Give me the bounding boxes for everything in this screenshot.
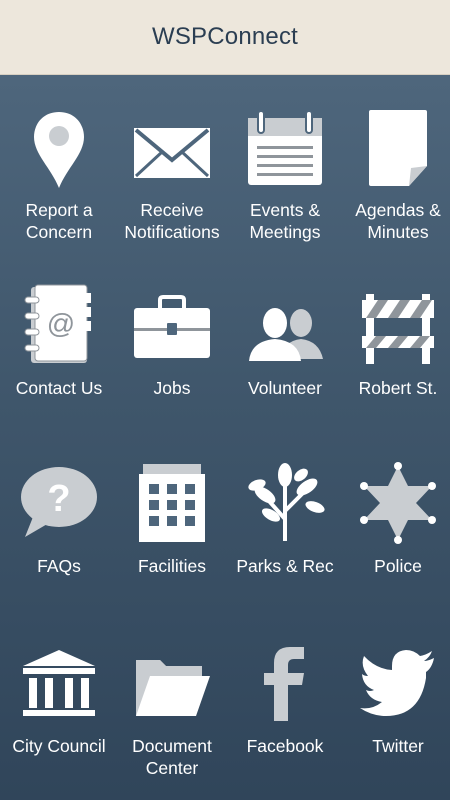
app-header: WSPConnect (0, 0, 450, 75)
tree-icon (229, 458, 341, 548)
tile-label: Facilities (137, 556, 207, 576)
svg-text:@: @ (47, 308, 75, 339)
tile-label: Police (374, 556, 422, 576)
question-bubble-icon: ? (3, 458, 115, 548)
tile-label: Robert St. (358, 378, 438, 398)
briefcase-icon (116, 284, 228, 374)
people-icon (229, 288, 341, 378)
map-pin-icon (3, 105, 115, 195)
tile-label: Facebook (246, 736, 324, 756)
police-star-icon (342, 458, 450, 548)
tile-label: Document Center (132, 736, 212, 778)
tile-label: City Council (12, 736, 106, 756)
tile-label: Events & Meetings (249, 200, 321, 242)
building-icon (116, 458, 228, 548)
app-screen: WSPConnect Report a Concern Receive Noti (0, 0, 450, 800)
tile-label: FAQs (37, 556, 81, 576)
tile-label: Report a Concern (25, 200, 93, 242)
tile-label: Volunteer (248, 378, 322, 398)
tile-label: Twitter (372, 736, 424, 756)
tile-label: Contact Us (15, 378, 103, 398)
document-page-icon (342, 103, 450, 193)
svg-text:?: ? (47, 478, 70, 520)
menu-grid: Report a Concern Receive Notifications E… (0, 75, 450, 800)
envelope-icon (116, 107, 228, 197)
twitter-bird-icon (342, 638, 450, 728)
tile-label: Agendas & Minutes (355, 200, 441, 242)
address-book-icon: @ (3, 280, 115, 370)
folder-icon (116, 638, 228, 728)
facebook-icon (229, 638, 341, 728)
calendar-icon (229, 103, 341, 193)
tile-label: Receive Notifications (124, 200, 220, 242)
tile-label: Parks & Rec (236, 556, 334, 576)
tile-label: Jobs (153, 378, 191, 398)
city-hall-icon (3, 638, 115, 728)
road-barrier-icon (342, 284, 450, 374)
app-title: WSPConnect (151, 23, 299, 50)
